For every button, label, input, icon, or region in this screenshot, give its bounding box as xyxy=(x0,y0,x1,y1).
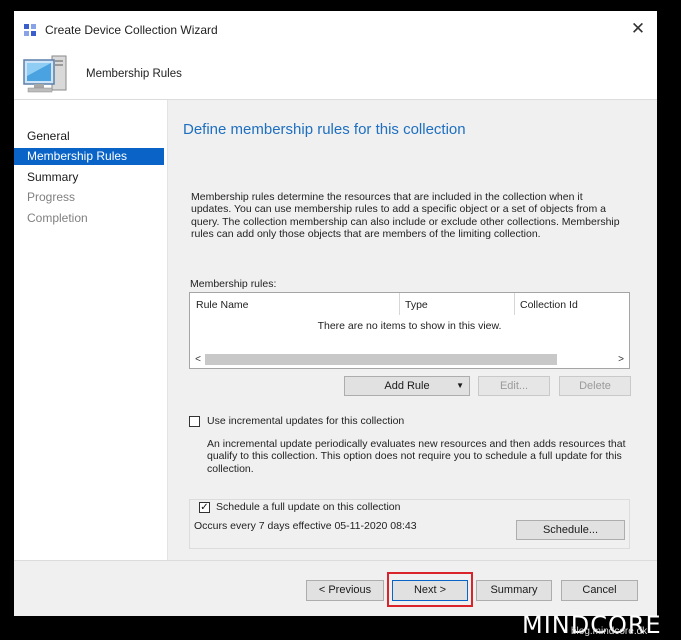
nav-item-progress: Progress xyxy=(27,190,76,204)
nav-item-membership-rules: Membership Rules xyxy=(14,148,164,165)
page-heading: Define membership rules for this collect… xyxy=(183,121,466,138)
wizard-app-icon xyxy=(24,24,36,36)
column-separator xyxy=(514,293,515,315)
computer-icon xyxy=(23,55,67,93)
brand-url: blog.mindcore.dk xyxy=(571,626,648,637)
chevron-down-icon: ▼ xyxy=(456,381,464,390)
header-page-label: Membership Rules xyxy=(86,68,182,80)
incremental-updates-description: An incremental update periodically evalu… xyxy=(207,438,626,475)
previous-button[interactable]: < Previous xyxy=(306,580,384,601)
horizontal-scrollbar[interactable]: < > xyxy=(191,352,628,367)
close-icon[interactable]: ✕ xyxy=(627,19,649,39)
scrollbar-thumb[interactable] xyxy=(205,354,557,365)
cancel-button[interactable]: Cancel xyxy=(561,580,638,601)
add-rule-label: Add Rule xyxy=(384,380,430,392)
schedule-text: Occurs every 7 days effective 05-11-2020… xyxy=(194,520,417,532)
column-rule-name[interactable]: Rule Name xyxy=(196,299,249,311)
wizard-content: Define membership rules for this collect… xyxy=(168,100,657,560)
next-button[interactable]: Next > xyxy=(392,580,468,601)
full-update-checkbox[interactable]: ✓ xyxy=(199,502,210,513)
empty-list-message: There are no items to show in this view. xyxy=(317,320,502,332)
column-collection-id[interactable]: Collection Id xyxy=(520,299,578,311)
summary-button[interactable]: Summary xyxy=(476,580,552,601)
window-title: Create Device Collection Wizard xyxy=(45,23,218,37)
membership-rules-label: Membership rules: xyxy=(190,278,277,290)
nav-item-general: General xyxy=(27,129,70,143)
scroll-right-icon[interactable]: > xyxy=(614,352,628,367)
wizard-nav: General Membership Rules Summary Progres… xyxy=(14,100,168,560)
page-description: Membership rules determine the resources… xyxy=(191,191,620,240)
wizard-header: Membership Rules xyxy=(14,44,657,100)
delete-button[interactable]: Delete xyxy=(559,376,631,396)
nav-item-completion: Completion xyxy=(27,211,88,225)
scroll-left-icon[interactable]: < xyxy=(191,352,205,367)
membership-rules-list[interactable]: Rule Name Type Collection Id There are n… xyxy=(189,292,630,369)
incremental-updates-checkbox[interactable] xyxy=(189,416,200,427)
wizard-window: Create Device Collection Wizard ✕ Member… xyxy=(14,11,657,616)
full-update-label[interactable]: Schedule a full update on this collectio… xyxy=(216,501,405,513)
schedule-button[interactable]: Schedule... xyxy=(516,520,625,540)
title-bar: Create Device Collection Wizard ✕ xyxy=(14,11,657,44)
add-rule-button[interactable]: Add Rule ▼ xyxy=(344,376,470,396)
column-separator xyxy=(399,293,400,315)
column-type[interactable]: Type xyxy=(405,299,428,311)
nav-item-summary: Summary xyxy=(27,170,79,184)
incremental-updates-label[interactable]: Use incremental updates for this collect… xyxy=(207,415,404,427)
wizard-footer: < Previous Next > Summary Cancel xyxy=(14,560,657,616)
edit-button[interactable]: Edit... xyxy=(478,376,550,396)
